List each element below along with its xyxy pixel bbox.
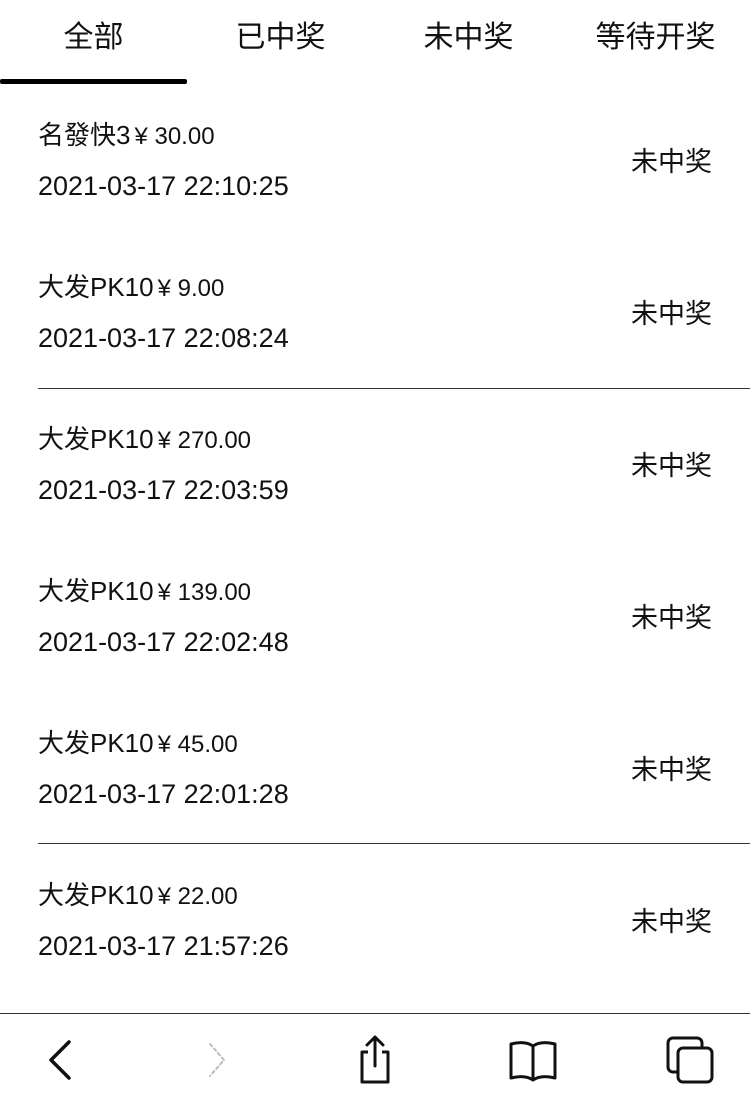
lottery-name: 大发PK10: [38, 576, 154, 606]
list-item[interactable]: 大发PK10 ¥ 45.00 2021-03-17 22:01:28 未中奖: [0, 692, 750, 844]
bet-amount: ¥ 9.00: [157, 275, 225, 302]
lottery-name: 名發快3: [38, 120, 131, 150]
lottery-name: 大发PK10: [38, 424, 154, 454]
tab-won[interactable]: 已中奖: [187, 18, 374, 58]
tabs-button[interactable]: [660, 1032, 720, 1088]
share-button[interactable]: [345, 1032, 405, 1088]
lottery-name: 大发PK10: [38, 272, 154, 302]
status-label: 未中奖: [631, 299, 712, 329]
lottery-name: 大发PK10: [38, 880, 154, 910]
bookmarks-button[interactable]: [503, 1032, 563, 1088]
status-label: 未中奖: [631, 147, 712, 177]
filter-tabs: 全部 已中奖 未中奖 等待开奖: [0, 0, 750, 84]
tabs-icon: [666, 1036, 714, 1084]
list-item[interactable]: 大发PK10 ¥ 139.00 2021-03-17 22:02:48 未中奖: [0, 540, 750, 692]
bet-amount: ¥ 270.00: [157, 427, 252, 454]
back-icon: [49, 1040, 71, 1080]
list-item[interactable]: 大发PK10 ¥ 270.00 2021-03-17 22:03:59 未中奖: [0, 388, 750, 540]
bet-amount: ¥ 45.00: [157, 731, 238, 758]
list-item[interactable]: 大发PK10 ¥ 9.00 2021-03-17 22:08:24 未中奖: [0, 236, 750, 388]
back-button[interactable]: [30, 1032, 90, 1088]
bet-amount: ¥ 139.00: [157, 579, 252, 606]
tab-all[interactable]: 全部: [0, 18, 187, 58]
status-label: 未中奖: [631, 755, 712, 785]
status-label: 未中奖: [631, 451, 712, 481]
share-icon: [360, 1035, 390, 1084]
bet-amount: ¥ 22.00: [157, 883, 238, 910]
tab-not-won[interactable]: 未中奖: [375, 18, 562, 58]
bookmarks-icon: [509, 1041, 557, 1082]
bet-time: 2021-03-17 21:57:26: [38, 931, 289, 961]
forward-icon: [209, 1043, 225, 1077]
bet-time: 2021-03-17 22:03:59: [38, 475, 289, 505]
lottery-name: 大发PK10: [38, 728, 154, 758]
bet-amount: ¥ 30.00: [134, 123, 215, 150]
list-item[interactable]: 名發快3 ¥ 30.00 2021-03-17 22:10:25 未中奖: [0, 84, 750, 236]
status-label: 未中奖: [631, 603, 712, 633]
bet-time: 2021-03-17 22:08:24: [38, 323, 289, 353]
list-item[interactable]: 大发PK10 ¥ 22.00 2021-03-17 21:57:26 未中奖: [0, 844, 750, 996]
bet-time: 2021-03-17 22:02:48: [38, 627, 289, 657]
status-label: 未中奖: [631, 907, 712, 937]
browser-toolbar: [0, 1013, 750, 1104]
forward-button[interactable]: [187, 1032, 247, 1088]
tab-pending[interactable]: 等待开奖: [562, 18, 749, 58]
bet-time: 2021-03-17 22:10:25: [38, 171, 289, 201]
bet-time: 2021-03-17 22:01:28: [38, 779, 289, 809]
